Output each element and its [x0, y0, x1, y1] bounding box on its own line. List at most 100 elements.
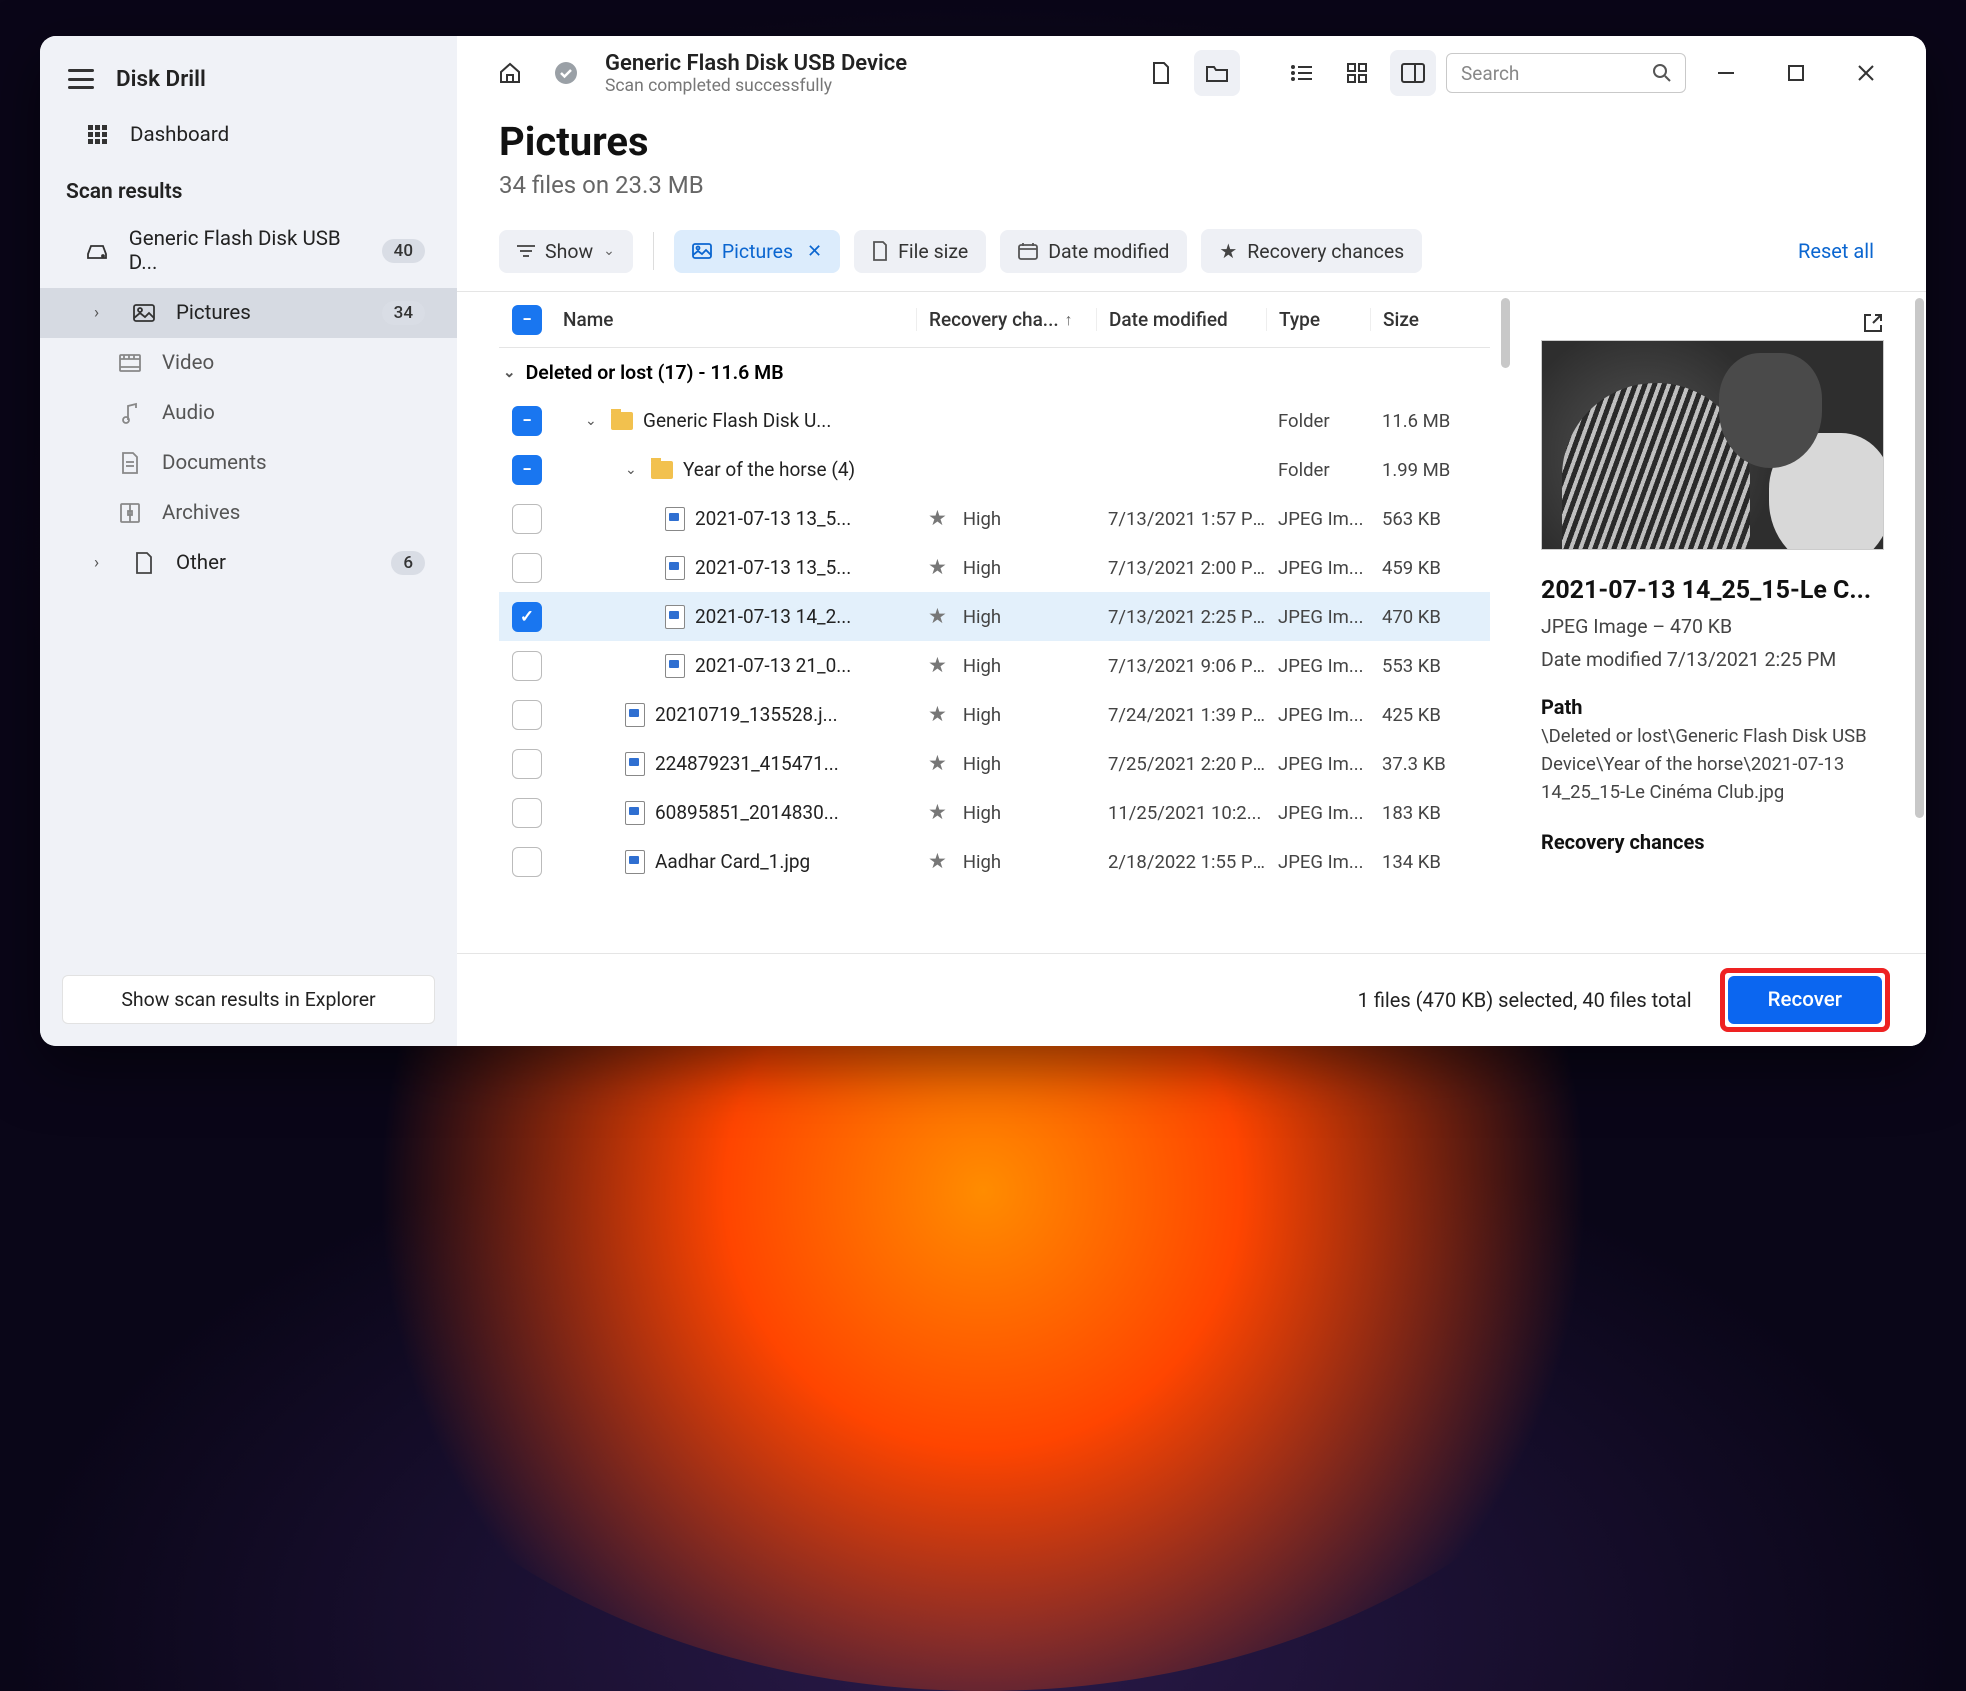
type-value: Folder — [1266, 410, 1370, 432]
preview-scrollbar[interactable] — [1912, 292, 1926, 953]
file-view-button[interactable] — [1138, 50, 1184, 96]
sidebar-item-archives[interactable]: Archives — [40, 488, 457, 538]
type-value: JPEG Im... — [1266, 704, 1370, 726]
group-header[interactable]: ⌄ Deleted or lost (17) - 11.6 MB — [499, 348, 1490, 396]
sidebar-item-dashboard[interactable]: Dashboard — [40, 110, 457, 160]
column-date[interactable]: Date modified — [1096, 308, 1266, 331]
row-checkbox[interactable] — [512, 504, 542, 534]
select-all-checkbox[interactable]: − — [512, 305, 542, 335]
main-panel: Generic Flash Disk USB Device Scan compl… — [457, 36, 1926, 1046]
minimize-button[interactable] — [1696, 50, 1756, 96]
sidebar-item-device[interactable]: Generic Flash Disk USB D... 40 — [40, 214, 457, 288]
table-header: − Name Recovery cha...↑ Date modified Ty… — [499, 292, 1490, 348]
sidebar-item-documents[interactable]: Documents — [40, 438, 457, 488]
close-icon[interactable]: ✕ — [807, 241, 822, 262]
table-scrollbar[interactable] — [1498, 292, 1512, 953]
row-checkbox[interactable] — [512, 798, 542, 828]
sidebar-item-label: Other — [176, 551, 226, 575]
row-checkbox[interactable]: − — [512, 455, 542, 485]
close-button[interactable] — [1836, 50, 1896, 96]
row-checkbox[interactable] — [512, 700, 542, 730]
filesize-filter-button[interactable]: File size — [854, 230, 986, 273]
chevron-down-icon: ⌄ — [603, 243, 615, 259]
file-icon — [665, 605, 685, 629]
table-row[interactable]: 2021-07-13 13_5...★High7/13/2021 2:00 PM… — [499, 543, 1490, 592]
filter-label: Show — [545, 240, 593, 263]
date-value: 7/13/2021 9:06 PM — [1096, 655, 1266, 677]
selection-status: 1 files (470 KB) selected, 40 files tota… — [1358, 988, 1692, 1012]
column-type[interactable]: Type — [1266, 308, 1370, 331]
row-checkbox[interactable]: ✓ — [512, 602, 542, 632]
table-row[interactable]: 20210719_135528.j...★High7/24/2021 1:39 … — [499, 690, 1490, 739]
table-row[interactable]: −⌄Year of the horse (4)Folder1.99 MB — [499, 445, 1490, 494]
star-icon: ★ — [1219, 239, 1237, 263]
column-recovery[interactable]: Recovery cha...↑ — [916, 308, 1096, 331]
chevron-down-icon[interactable]: ⌄ — [625, 462, 641, 478]
reset-all-button[interactable]: Reset all — [1798, 239, 1884, 263]
chevron-down-icon: ⌄ — [503, 363, 516, 381]
sort-asc-icon: ↑ — [1065, 310, 1073, 330]
filter-label: Date modified — [1048, 240, 1169, 263]
row-checkbox[interactable] — [512, 651, 542, 681]
row-checkbox[interactable]: − — [512, 406, 542, 436]
date-value: 2/18/2022 1:55 PM — [1096, 851, 1266, 873]
star-icon: ★ — [928, 702, 947, 727]
archive-icon — [116, 503, 144, 523]
column-size[interactable]: Size — [1370, 308, 1490, 331]
scan-status: Scan completed successfully — [605, 76, 907, 96]
file-name: Generic Flash Disk U... — [643, 409, 831, 432]
grid-view-button[interactable] — [1334, 50, 1380, 96]
sidebar-item-audio[interactable]: Audio — [40, 388, 457, 438]
folder-icon — [651, 461, 673, 479]
column-name[interactable]: Name — [555, 308, 916, 331]
open-external-button[interactable] — [1862, 312, 1884, 334]
pictures-filter-chip[interactable]: Pictures ✕ — [674, 230, 840, 273]
show-filter-button[interactable]: Show ⌄ — [499, 230, 633, 273]
list-view-button[interactable] — [1278, 50, 1324, 96]
size-value: 134 KB — [1370, 851, 1490, 873]
sidebar-item-video[interactable]: Video — [40, 338, 457, 388]
table-row[interactable]: 2021-07-13 13_5...★High7/13/2021 1:57 PM… — [499, 494, 1490, 543]
size-value: 37.3 KB — [1370, 753, 1490, 775]
file-name: 224879231_415471... — [655, 752, 839, 775]
document-icon — [116, 452, 144, 474]
chevron-right-icon: › — [94, 553, 112, 573]
sidebar-item-pictures[interactable]: › Pictures 34 — [40, 288, 457, 338]
image-icon — [130, 304, 158, 322]
sidebar-item-other[interactable]: › Other 6 — [40, 538, 457, 588]
table-row[interactable]: − ⌄ Generic Flash Disk U... Folder11.6 MB — [499, 396, 1490, 445]
table-row[interactable]: 224879231_415471...★High7/25/2021 2:20 P… — [499, 739, 1490, 788]
row-checkbox[interactable] — [512, 847, 542, 877]
sidebar-item-label: Audio — [162, 401, 215, 425]
recover-button[interactable]: Recover — [1728, 976, 1882, 1024]
maximize-button[interactable] — [1766, 50, 1826, 96]
folder-view-button[interactable] — [1194, 50, 1240, 96]
recovery-filter-button[interactable]: ★ Recovery chances — [1201, 229, 1422, 273]
drive-icon — [84, 242, 111, 260]
show-in-explorer-button[interactable]: Show scan results in Explorer — [62, 975, 435, 1024]
datemodified-filter-button[interactable]: Date modified — [1000, 230, 1187, 273]
count-badge: 40 — [382, 239, 425, 263]
page-subtitle: 34 files on 23.3 MB — [499, 171, 1884, 199]
type-value: JPEG Im... — [1266, 557, 1370, 579]
search-input[interactable]: Search — [1446, 53, 1686, 93]
sidebar-item-label: Video — [162, 351, 214, 375]
preview-panel: 2021-07-13 14_25_15-Le C... JPEG Image –… — [1512, 292, 1912, 953]
table-row[interactable]: ✓2021-07-13 14_2...★High7/13/2021 2:25 P… — [499, 592, 1490, 641]
home-button[interactable] — [487, 50, 533, 96]
row-checkbox[interactable] — [512, 749, 542, 779]
chevron-down-icon[interactable]: ⌄ — [585, 413, 601, 429]
file-name: 2021-07-13 13_5... — [695, 556, 851, 579]
chevron-right-icon: › — [94, 303, 112, 323]
grid-icon — [84, 125, 112, 145]
size-value: 183 KB — [1370, 802, 1490, 824]
table-row[interactable]: Aadhar Card_1.jpg★High2/18/2022 1:55 PMJ… — [499, 837, 1490, 886]
table-row[interactable]: 60895851_2014830...★High11/25/2021 10:2.… — [499, 788, 1490, 837]
size-value: 11.6 MB — [1370, 410, 1490, 432]
preview-modified: Date modified 7/13/2021 2:25 PM — [1541, 648, 1884, 671]
row-checkbox[interactable] — [512, 553, 542, 583]
table-row[interactable]: 2021-07-13 21_0...★High7/13/2021 9:06 PM… — [499, 641, 1490, 690]
split-view-button[interactable] — [1390, 50, 1436, 96]
recovery-value: High — [963, 655, 1001, 677]
menu-icon[interactable] — [68, 69, 94, 89]
